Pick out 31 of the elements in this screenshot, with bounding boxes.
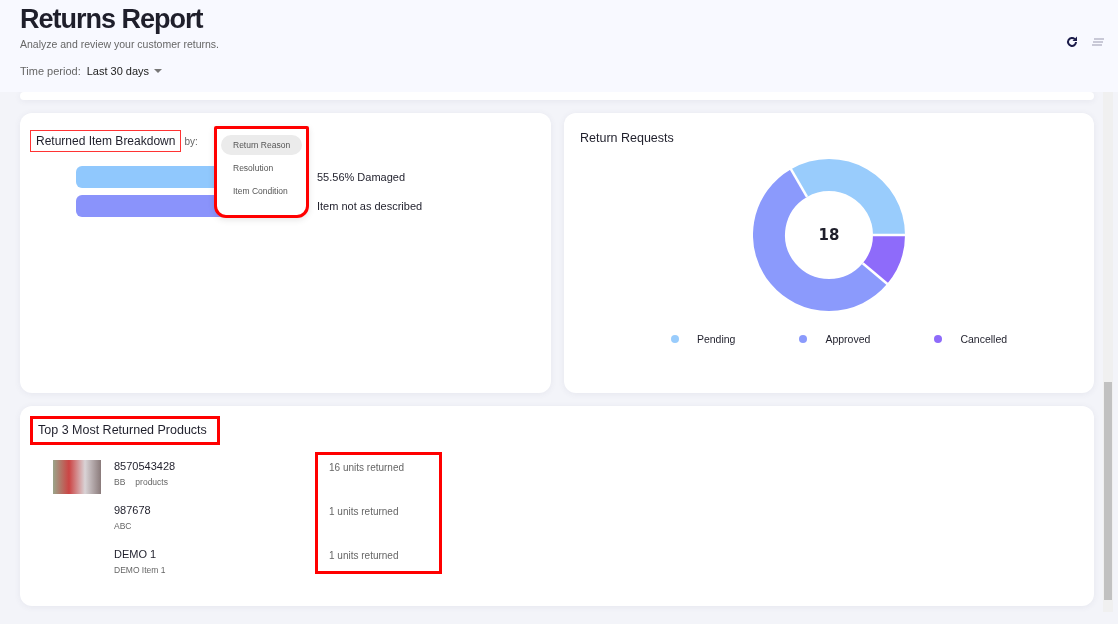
units-returned: 16 units returned xyxy=(329,461,406,475)
product-detail: ABC xyxy=(114,521,132,531)
page-title: Returns Report xyxy=(20,3,203,34)
product-detail: BB xyxy=(114,477,126,487)
legend-label: Approved xyxy=(825,333,871,345)
legend-label: Cancelled xyxy=(960,333,1008,345)
menu-item[interactable]: Item Condition xyxy=(221,181,302,201)
product-name: 987678 xyxy=(114,504,151,516)
product-detail: products xyxy=(135,477,168,487)
page-subtitle: Analyze and review your customer returns. xyxy=(20,38,219,50)
card-title: Returned Item Breakdown xyxy=(30,130,182,152)
bar-label: 55.56% Damaged xyxy=(317,171,406,183)
product-name: DEMO 1 xyxy=(114,548,158,560)
card-title: Top 3 Most Returned Products xyxy=(30,416,220,445)
refresh-icon[interactable] xyxy=(1066,36,1078,48)
scrollbar[interactable] xyxy=(1103,92,1113,612)
time-period-dropdown[interactable]: Last 30 days xyxy=(86,65,163,77)
card-title: Return Requests xyxy=(579,130,675,145)
total-count: 18 xyxy=(818,226,840,244)
menu-icon[interactable] xyxy=(1092,38,1104,46)
menu-item[interactable]: Resolution xyxy=(221,158,302,178)
time-period-label: Time period: xyxy=(20,65,81,77)
bar-label: Item not as described xyxy=(317,200,423,212)
legend-label: Pending xyxy=(696,333,736,345)
units-returned: 1 units returned xyxy=(329,505,400,519)
units-returned: 1 units returned xyxy=(329,549,400,563)
by-label: by: xyxy=(184,135,198,147)
product-detail: DEMO Item 1 xyxy=(114,565,166,575)
caret-icon xyxy=(154,69,163,73)
product-name: 8570543428 xyxy=(114,460,176,472)
menu-item[interactable]: Return Reason xyxy=(221,135,302,155)
